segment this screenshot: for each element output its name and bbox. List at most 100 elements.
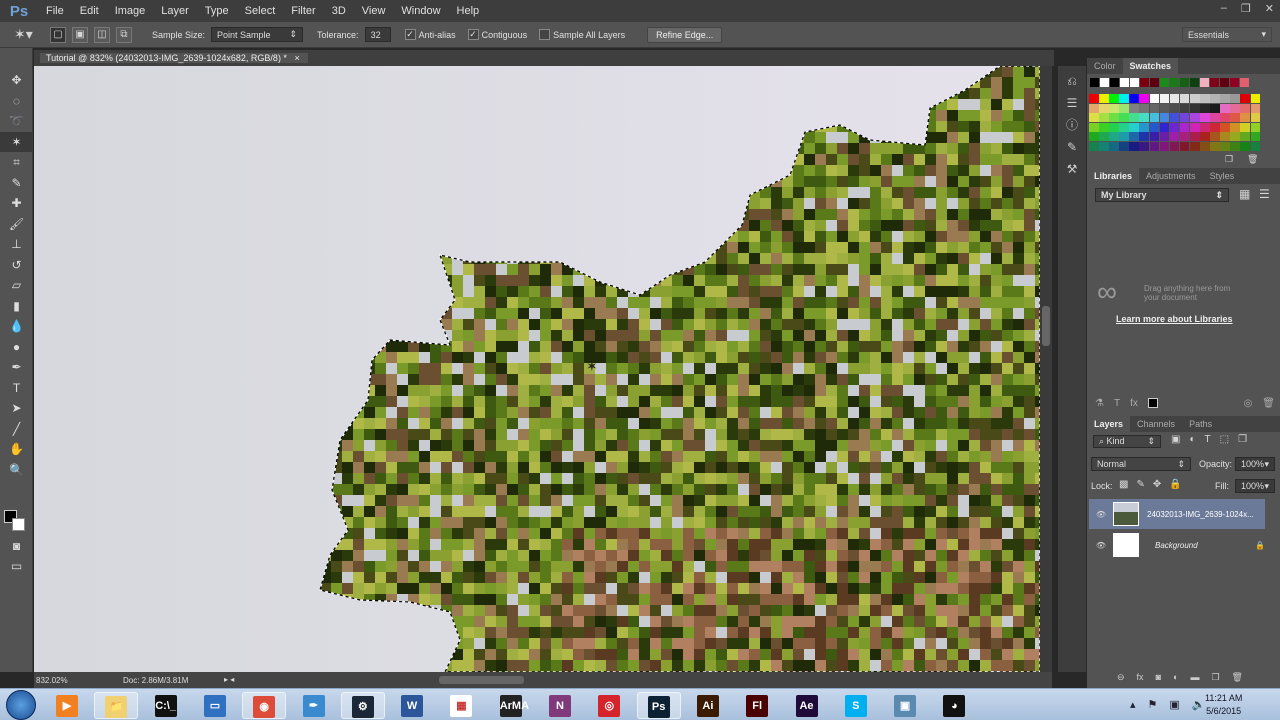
marquee-icon[interactable]: ◌ (0, 91, 33, 112)
swatch[interactable] (1129, 103, 1139, 113)
refine-edge-button[interactable]: Refine Edge... (647, 26, 723, 43)
swatch[interactable] (1129, 132, 1139, 141)
sync-icon[interactable]: ◎ (1244, 398, 1253, 409)
swatch[interactable] (1139, 103, 1150, 113)
swatch[interactable] (1159, 132, 1170, 141)
clock[interactable]: 11:21 AM 5/6/2015 (1205, 692, 1242, 718)
volume-icon[interactable]: 🔈 (1192, 698, 1206, 711)
delete-swatch-icon[interactable]: 🗑 (1247, 154, 1258, 165)
swatch[interactable] (1139, 132, 1150, 141)
swatch[interactable] (1179, 132, 1190, 141)
swatch[interactable] (1210, 78, 1219, 87)
filter-smart-object-icon[interactable]: ❐ (1238, 434, 1247, 445)
swatch[interactable] (1230, 94, 1240, 103)
magic-wand-icon[interactable]: ✶ (0, 131, 33, 152)
layer-row-background[interactable]: 👁 Background 🔒 (1089, 530, 1265, 560)
swatch[interactable] (1179, 94, 1190, 103)
swatch[interactable] (1150, 78, 1159, 87)
filter-pixel-icon[interactable]: ▣ (1171, 434, 1180, 445)
lock-all-icon[interactable]: 🔒 (1169, 479, 1181, 490)
visibility-eye-icon[interactable]: 👁 (1089, 541, 1113, 550)
swatch[interactable] (1119, 132, 1129, 141)
crop-icon[interactable]: ⌗ (0, 152, 33, 173)
taskbar-windows-media-player[interactable]: ▶ (45, 692, 89, 719)
layer-name[interactable]: 24032013-IMG_2639-1024x... (1147, 510, 1254, 519)
swatch[interactable] (1210, 113, 1220, 122)
swatch[interactable] (1169, 113, 1180, 122)
foreground-background-colors[interactable] (4, 510, 28, 532)
tab-adjustments[interactable]: Adjustments (1139, 168, 1203, 184)
swatch[interactable] (1240, 78, 1249, 87)
swatch[interactable] (1250, 132, 1261, 141)
tool-presets-icon[interactable]: ⚒ (1058, 158, 1086, 180)
intersect-selection-icon[interactable]: ⧉ (116, 26, 132, 43)
delete-library-item-icon[interactable]: 🗑 (1262, 398, 1275, 409)
taskbar-creative-cloud[interactable]: ◎ (587, 692, 631, 719)
menu-file[interactable]: File (38, 5, 72, 17)
menu-edit[interactable]: Edit (72, 5, 107, 17)
taskbar-onenote[interactable]: N (538, 692, 582, 719)
swatch[interactable] (1110, 78, 1119, 87)
swatch[interactable] (1170, 78, 1179, 87)
action-center-flag-icon[interactable]: ⚑ (1148, 698, 1158, 711)
swatch[interactable] (1210, 122, 1220, 132)
swatch[interactable] (1250, 141, 1261, 151)
swatch[interactable] (1089, 103, 1099, 113)
swatch[interactable] (1250, 103, 1261, 113)
swatch[interactable] (1210, 94, 1220, 103)
swatch[interactable] (1140, 78, 1149, 87)
restore-button[interactable]: ❐ (1241, 2, 1251, 15)
swatch[interactable] (1099, 94, 1109, 103)
fill-input[interactable]: 100% ▾ (1235, 479, 1275, 493)
swatch[interactable] (1250, 122, 1261, 132)
swatch[interactable] (1120, 78, 1129, 87)
swatch[interactable] (1109, 94, 1119, 103)
swatch[interactable] (1129, 113, 1139, 122)
taskbar-quill-app[interactable]: ✒ (292, 692, 336, 719)
swatch[interactable] (1099, 132, 1109, 141)
menu-select[interactable]: Select (237, 5, 284, 17)
swatch[interactable] (1220, 132, 1230, 141)
add-layer-style-icon[interactable]: fx (1130, 398, 1138, 409)
new-group-icon[interactable]: ▬ (1190, 672, 1199, 683)
zoom-level[interactable]: 832.02% (36, 676, 68, 685)
swatch[interactable] (1119, 122, 1129, 132)
swatch[interactable] (1230, 78, 1239, 87)
swatch[interactable] (1100, 78, 1109, 87)
swatch[interactable] (1129, 122, 1139, 132)
swatch[interactable] (1220, 78, 1229, 87)
swatch[interactable] (1129, 94, 1139, 103)
swatch[interactable] (1189, 113, 1200, 122)
tab-paths[interactable]: Paths (1182, 416, 1219, 432)
swatch[interactable] (1200, 94, 1210, 103)
status-menu-arrow-icon[interactable]: ▸ ◂ (224, 675, 234, 684)
workspace-select[interactable]: Essentials ▾ (1182, 27, 1272, 42)
swatch[interactable] (1109, 122, 1119, 132)
swatch[interactable] (1169, 132, 1180, 141)
swatch[interactable] (1200, 103, 1210, 113)
menu-view[interactable]: View (354, 5, 394, 17)
clone-stamp-icon[interactable]: ⊥ (0, 234, 33, 255)
swatch[interactable] (1220, 103, 1230, 113)
layer-name[interactable]: Background (1155, 541, 1255, 550)
swatch[interactable] (1220, 113, 1230, 122)
eraser-icon[interactable]: ▱ (0, 275, 33, 296)
swatch[interactable] (1220, 94, 1230, 103)
new-selection-icon[interactable]: ▢ (50, 26, 66, 43)
swatch[interactable] (1109, 141, 1119, 151)
taskbar-after-effects[interactable]: Ae (785, 692, 829, 719)
add-graphic-icon[interactable]: ⚗ (1095, 398, 1104, 409)
close-button[interactable]: ✕ (1265, 2, 1274, 15)
swatch[interactable] (1240, 113, 1250, 122)
taskbar-photoshop[interactable]: Ps (636, 692, 681, 719)
horizontal-scrollbar[interactable] (439, 676, 524, 684)
dodge-icon[interactable]: ● (0, 337, 33, 358)
menu-3d[interactable]: 3D (324, 5, 354, 17)
swatch[interactable] (1089, 94, 1099, 103)
swatch[interactable] (1169, 94, 1180, 103)
taskbar-file-explorer[interactable]: 📁 (94, 692, 139, 719)
swatch[interactable] (1139, 94, 1150, 103)
swatch[interactable] (1149, 103, 1160, 113)
swatch[interactable] (1200, 113, 1210, 122)
gradient-icon[interactable]: ▮ (0, 296, 33, 317)
